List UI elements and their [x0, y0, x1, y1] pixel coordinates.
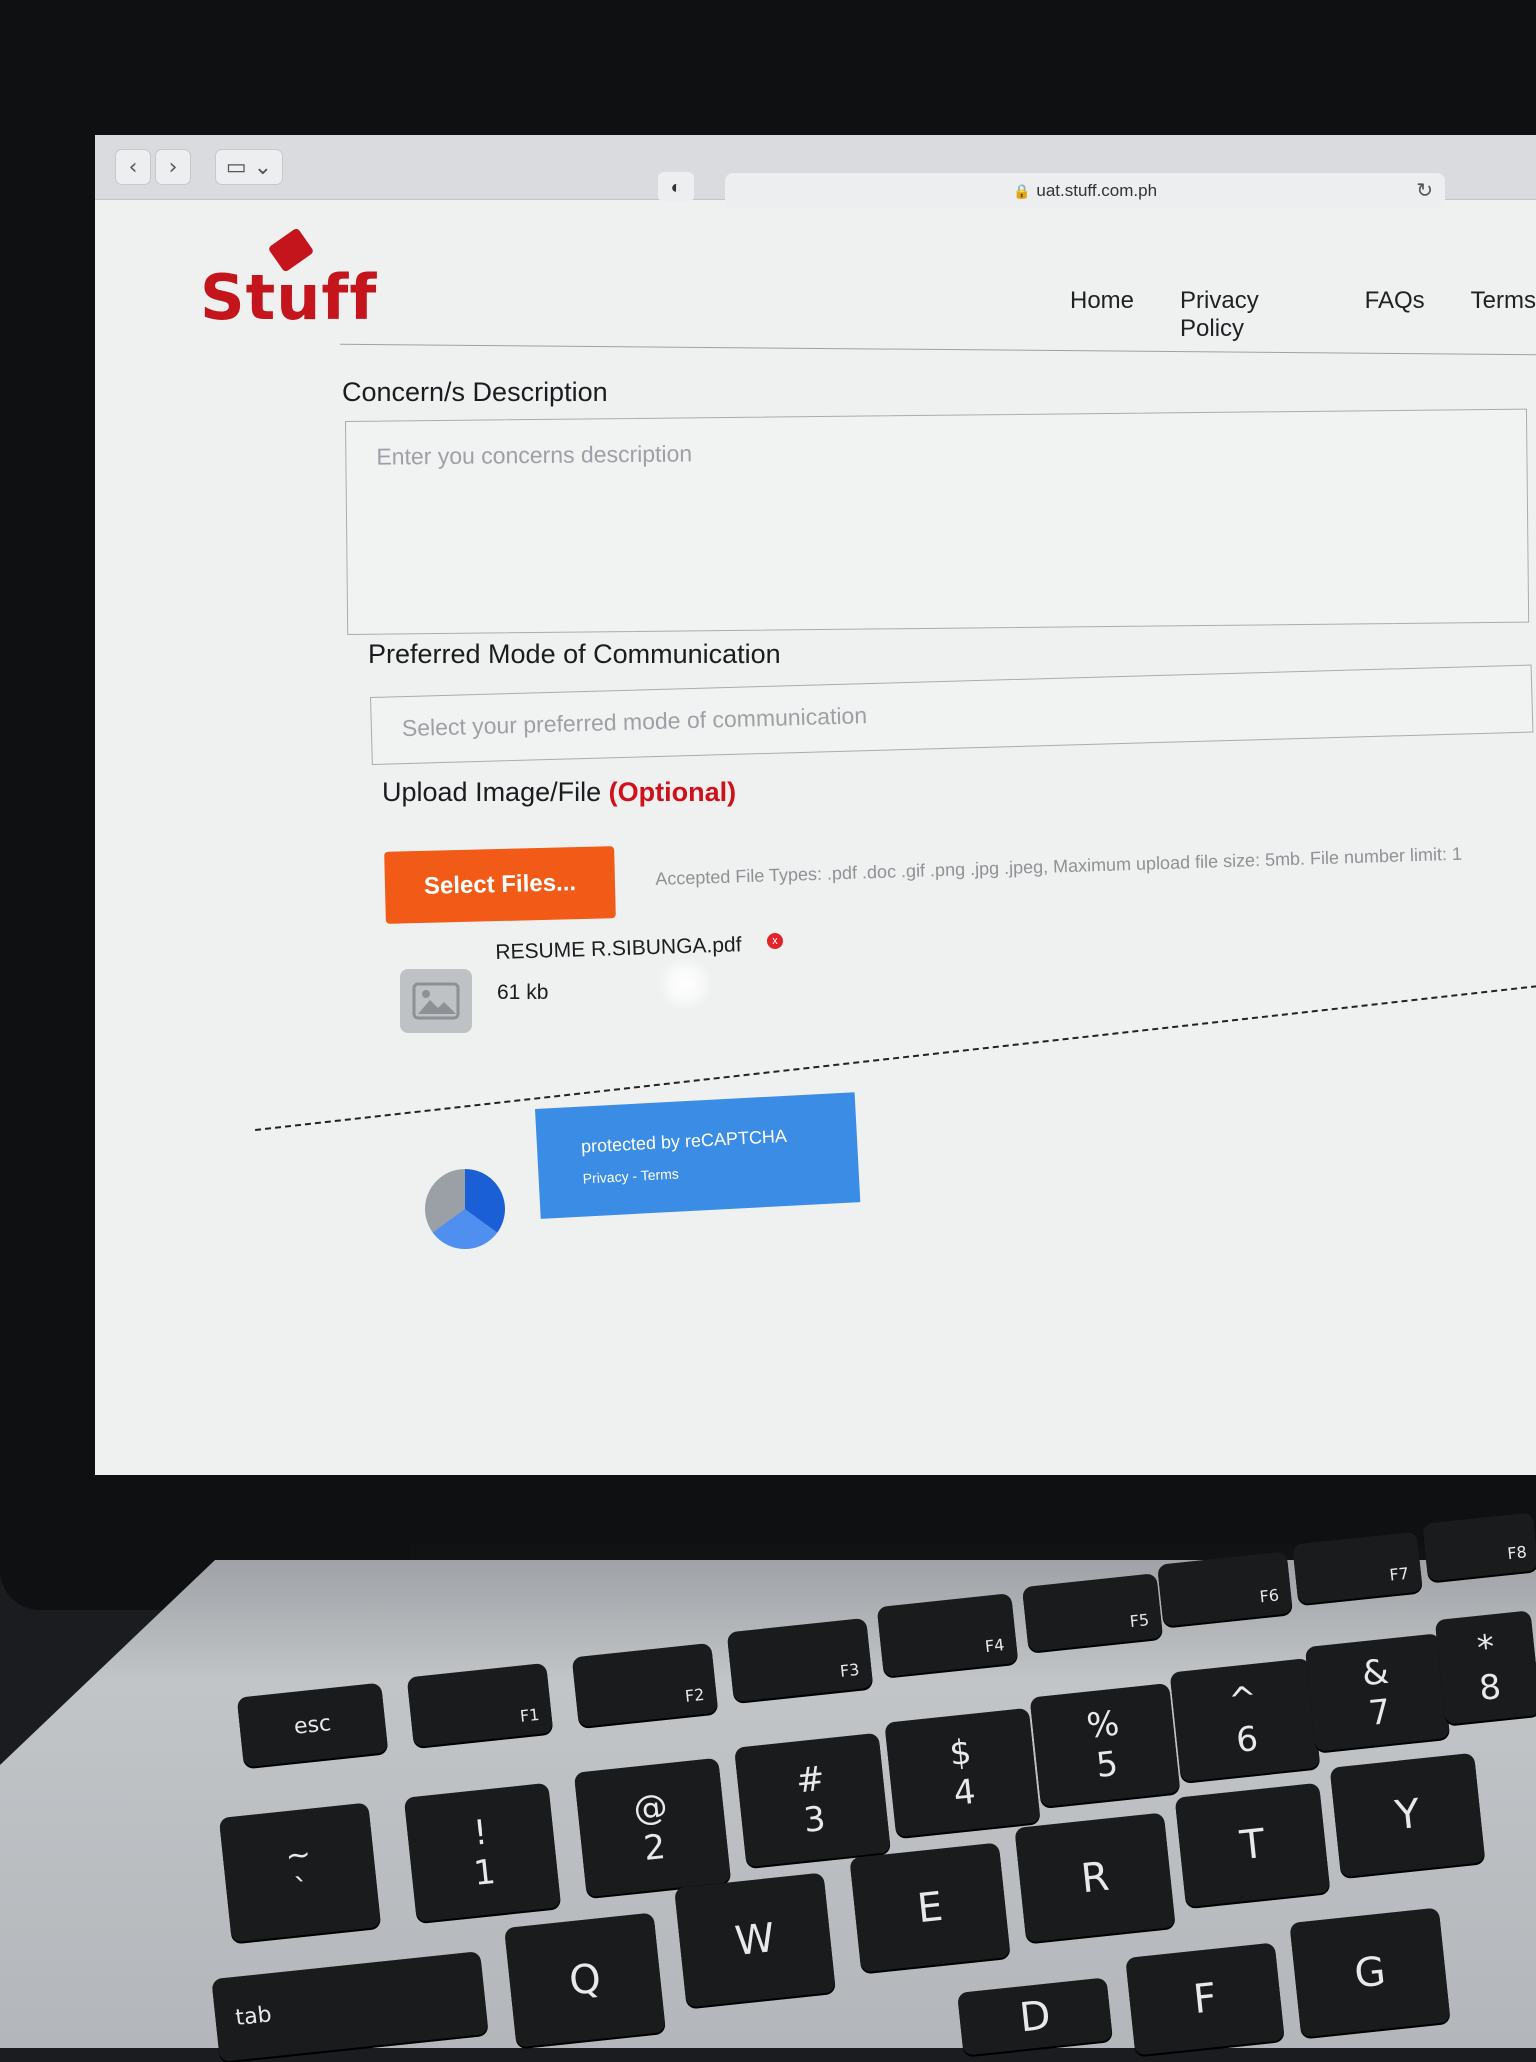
image-file-icon	[400, 969, 472, 1033]
file-types-note: Accepted File Types: .pdf .doc .gif .png…	[655, 843, 1463, 889]
top-nav: Home Privacy Policy FAQs Terms	[1070, 287, 1536, 343]
nav-faqs[interactable]: FAQs	[1365, 287, 1425, 343]
chevron-right-icon[interactable]: ›	[155, 149, 191, 185]
recaptcha-badge: protected by reCAPTCHA Privacy - Terms	[535, 1092, 861, 1219]
recaptcha-icon	[425, 1169, 505, 1249]
laptop-base	[0, 1560, 1536, 2048]
remove-file-icon[interactable]: x	[767, 933, 783, 949]
nav-privacy-policy[interactable]: Privacy Policy	[1180, 287, 1319, 343]
nav-home[interactable]: Home	[1070, 287, 1134, 343]
recaptcha-links[interactable]: Privacy - Terms	[582, 1166, 679, 1187]
concerns-textarea[interactable]: Enter you concerns description	[345, 408, 1530, 635]
screen-glare	[655, 959, 715, 1009]
header-divider	[340, 343, 1536, 356]
page-content: Stuff Home Privacy Policy FAQs Terms Con…	[95, 199, 1536, 1475]
uploaded-file-name: RESUME R.SIBUNGA.pdf	[495, 933, 742, 964]
browser-toolbar: ‹ › ▭ ⌄ ◐ 🔒 uat.stuff.com.ph ↻	[95, 135, 1536, 209]
uploaded-file-size: 61 kb	[497, 981, 549, 1004]
nav-terms[interactable]: Terms	[1471, 287, 1536, 343]
sidebar-icon[interactable]: ▭ ⌄	[215, 149, 283, 185]
concerns-placeholder: Enter you concerns description	[376, 440, 693, 470]
laptop-screen: ‹ › ▭ ⌄ ◐ 🔒 uat.stuff.com.ph ↻ Stuff Hom…	[95, 135, 1536, 1475]
shield-icon[interactable]: ◐	[658, 172, 694, 202]
chevron-left-icon[interactable]: ‹	[115, 149, 151, 185]
select-files-button[interactable]: Select Files...	[384, 846, 616, 924]
concerns-label: Concern/s Description	[342, 377, 608, 407]
site-logo[interactable]: Stuff	[200, 261, 377, 334]
upload-label-text: Upload Image/File	[382, 777, 602, 807]
communication-placeholder: Select your preferred mode of communicat…	[401, 702, 868, 742]
lock-icon: 🔒	[1012, 182, 1031, 199]
optional-tag: (Optional)	[608, 777, 737, 807]
recaptcha-text: protected by reCAPTCHA	[580, 1125, 788, 1157]
upload-label: Upload Image/File (Optional)	[382, 777, 736, 808]
url-text: uat.stuff.com.ph	[1036, 181, 1158, 200]
communication-label: Preferred Mode of Communication	[368, 639, 781, 669]
communication-select[interactable]: Select your preferred mode of communicat…	[370, 664, 1534, 765]
